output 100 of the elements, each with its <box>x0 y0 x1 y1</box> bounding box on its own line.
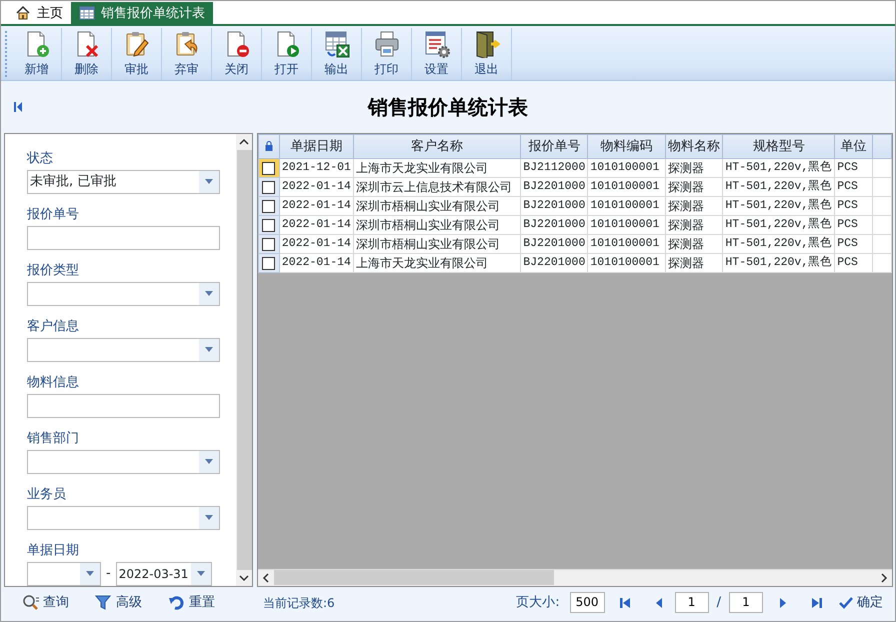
table-cell: 2022-01-14 <box>279 234 354 254</box>
filter-icon <box>95 594 112 612</box>
last-page-icon[interactable] <box>811 596 823 609</box>
dropdown-arrow-icon[interactable] <box>86 571 94 576</box>
record-count: 当前记录数:6 <box>263 594 335 612</box>
column-header[interactable]: 单位 <box>834 134 872 158</box>
range-separator: - <box>106 565 111 584</box>
table-cell: 1010100001 <box>588 158 666 178</box>
checkbox[interactable] <box>262 257 276 270</box>
table-cell: 2022-01-14 <box>279 177 354 196</box>
home-icon <box>15 5 31 22</box>
table-cell: PCS <box>834 196 872 216</box>
confirm-button[interactable]: 确定 <box>839 593 883 613</box>
dropdown-field[interactable] <box>27 338 220 362</box>
toolbar-button[interactable]: 输出 <box>312 28 362 80</box>
column-header[interactable]: 规格型号 <box>722 134 835 158</box>
table-cell: 深圳市云上信息技术有限公司 <box>353 177 521 196</box>
first-page-icon[interactable] <box>618 596 631 609</box>
toolbar-button[interactable]: 退出 <box>462 28 512 80</box>
action-button[interactable]: 查询 <box>22 593 69 613</box>
tab[interactable]: 主页 <box>7 2 71 24</box>
action-button[interactable]: 重置 <box>168 593 215 613</box>
column-header[interactable]: 单据日期 <box>279 134 354 158</box>
table-cell: PCS <box>834 234 872 254</box>
page-size-field[interactable]: 500 <box>570 592 605 614</box>
column-header[interactable]: 客户名称 <box>353 134 521 158</box>
input-field[interactable] <box>27 394 220 418</box>
page-size-label: 页大小: <box>516 594 560 612</box>
dropdown-arrow-icon[interactable] <box>205 459 213 464</box>
dropdown-arrow-icon[interactable] <box>196 571 205 576</box>
dropdown-arrow-icon[interactable] <box>205 347 213 352</box>
dropdown-field[interactable] <box>27 282 220 306</box>
column-header[interactable]: 报价单号 <box>520 134 588 158</box>
table-cell: 探测器 <box>665 234 723 254</box>
checkbox[interactable] <box>262 200 276 214</box>
spreadsheet-icon <box>322 30 350 58</box>
lock-icon <box>264 141 273 152</box>
table-cell: PCS <box>834 215 872 234</box>
checkbox[interactable] <box>262 162 276 176</box>
table-cell: 2022-01-14 <box>279 196 354 216</box>
table-cell: 1010100001 <box>588 215 666 234</box>
table-cell: BJ2112000 <box>520 158 588 178</box>
field-label: 报价单号 <box>27 206 80 224</box>
dropdown-field[interactable] <box>27 506 220 530</box>
table-cell: BJ2201000 <box>520 253 588 272</box>
check-icon <box>839 596 853 610</box>
table-cell: HT-501,220v,黑色 <box>722 196 835 216</box>
table-cell: HT-501,220v,黑色 <box>722 158 835 178</box>
dropdown-arrow-icon[interactable] <box>205 515 213 520</box>
table-cell: BJ2201000 <box>520 234 588 254</box>
table-cell: BJ2201000 <box>520 177 588 196</box>
table-cell: PCS <box>834 253 872 272</box>
table-cell: HT-501,220v,黑色 <box>722 177 835 196</box>
field-label: 业务员 <box>27 486 67 504</box>
action-button[interactable]: 高级 <box>95 593 142 613</box>
toolbar-button[interactable]: 设置 <box>412 28 462 80</box>
checkbox[interactable] <box>262 219 276 232</box>
toolbar-button[interactable]: 打印 <box>362 28 412 80</box>
checkbox[interactable] <box>262 181 276 194</box>
toolbar-button[interactable]: 关闭 <box>212 28 262 80</box>
page-separator: / <box>716 594 721 612</box>
column-header[interactable]: 物料名称 <box>665 134 723 158</box>
total-pages-field[interactable]: 1 <box>729 592 763 614</box>
table-cell: 2022-01-14 <box>279 215 354 234</box>
field-label: 客户信息 <box>27 318 80 336</box>
collapse-icon[interactable] <box>13 100 23 113</box>
gear-icon <box>422 30 450 58</box>
table-cell: 探测器 <box>665 177 723 196</box>
dropdown-field[interactable]: 未审批, 已审批 <box>27 170 220 194</box>
field-label: 单据日期 <box>27 542 80 560</box>
dropdown-field[interactable]: 2022-03-31 <box>116 562 212 586</box>
table-cell: BJ2201000 <box>520 196 588 216</box>
field-label: 报价类型 <box>27 262 80 280</box>
dropdown-field[interactable] <box>27 450 220 474</box>
dropdown-arrow-icon[interactable] <box>205 291 213 296</box>
table-cell: 上海市天龙实业有限公司 <box>353 158 521 178</box>
toolbar-button[interactable]: 打开 <box>262 28 312 80</box>
field-label: 销售部门 <box>27 430 80 448</box>
scrollbar-thumb[interactable] <box>236 150 252 570</box>
toolbar-button[interactable]: 审批 <box>112 28 162 80</box>
table-cell: 1010100001 <box>588 177 666 196</box>
table-cell: 1010100001 <box>588 196 666 216</box>
table-cell: 2021-12-01 <box>279 158 354 178</box>
checkbox[interactable] <box>262 238 276 252</box>
dropdown-field[interactable] <box>27 562 101 586</box>
table-cell: HT-501,220v,黑色 <box>722 215 835 234</box>
table-cell: HT-501,220v,黑色 <box>722 253 835 272</box>
table-cell: 深圳市梧桐山实业有限公司 <box>353 215 521 234</box>
dropdown-arrow-icon[interactable] <box>205 179 213 184</box>
page-field[interactable]: 1 <box>674 592 709 614</box>
column-header[interactable]: 物料编码 <box>588 134 666 158</box>
toolbar-button[interactable]: 弃审 <box>162 28 212 80</box>
scrollbar-thumb[interactable] <box>274 570 554 586</box>
table-cell: 2022-01-14 <box>279 253 354 272</box>
table-cell: PCS <box>834 177 872 196</box>
toolbar-button[interactable]: 新增 <box>12 28 62 80</box>
toolbar-button[interactable]: 删除 <box>62 28 112 80</box>
input-field[interactable] <box>27 226 220 250</box>
tab[interactable]: 销售报价单统计表 <box>71 2 213 24</box>
table-cell: BJ2201000 <box>520 215 588 234</box>
